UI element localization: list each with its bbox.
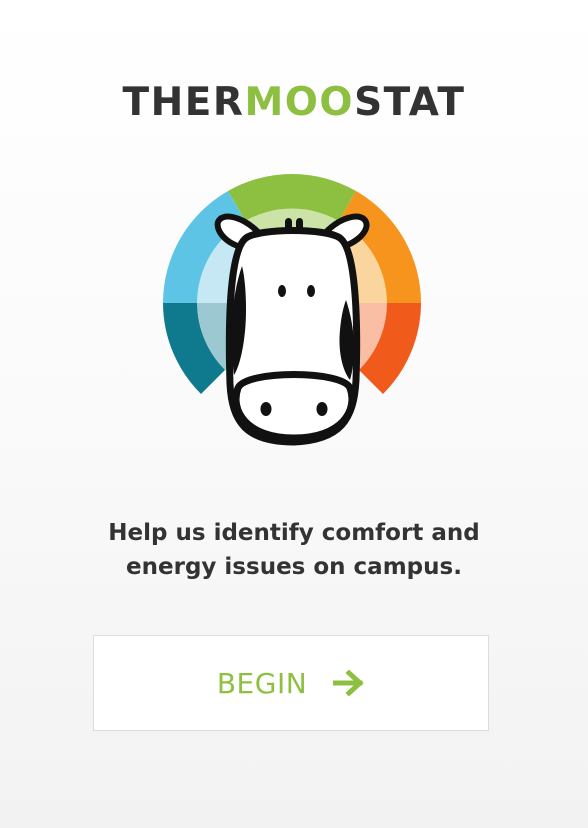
app-title-part-stat: STAT [354, 80, 466, 125]
cow-right-nostril [316, 402, 328, 416]
begin-button[interactable]: BEGIN [93, 635, 489, 731]
cow-logo [163, 174, 421, 446]
app-title-part-ther: THER [122, 80, 245, 125]
cow-left-eye [278, 285, 286, 297]
tagline-line-2: energy issues on campus. [126, 554, 462, 580]
cow-head [214, 213, 370, 446]
cow-right-eye [307, 285, 315, 297]
tagline-line-1: Help us identify comfort and [108, 520, 480, 546]
arrow-right-icon [333, 670, 364, 696]
app-title: THERMOOSTAT [0, 80, 588, 126]
tagline: Help us identify comfort and energy issu… [0, 516, 588, 584]
app-title-part-moo: MOO [244, 80, 355, 125]
begin-button-label: BEGIN [216, 666, 308, 700]
cow-left-nostril [260, 402, 272, 416]
cow-muzzle [232, 371, 356, 442]
